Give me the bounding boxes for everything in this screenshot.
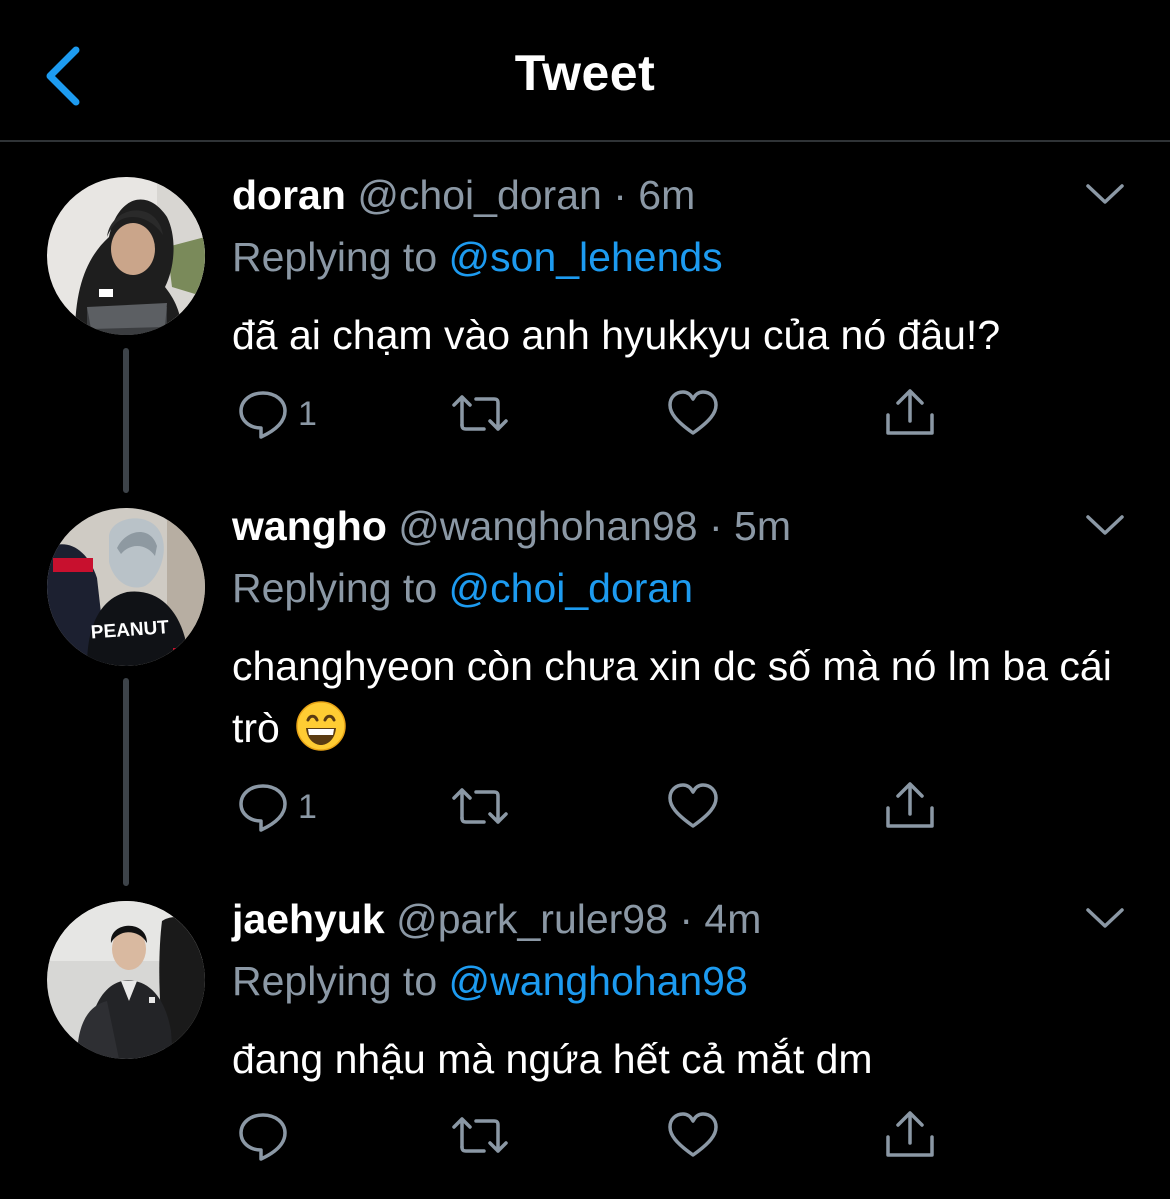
avatar[interactable] bbox=[47, 901, 205, 1059]
replying-to: Replying to @son_lehends bbox=[232, 234, 723, 280]
reply-icon bbox=[239, 391, 287, 439]
tweet[interactable]: PEANUT wangho @wanghohan98 · 5m Replying… bbox=[0, 503, 1170, 883]
replying-label: Replying to bbox=[232, 565, 438, 611]
tweet-text-block: changhyeon còn chưa xin dc số mà nó lm b… bbox=[232, 635, 1132, 759]
tweet-meta: doran @choi_doran · 6m bbox=[232, 172, 695, 218]
user-handle[interactable]: @choi_doran bbox=[357, 172, 602, 218]
avatar[interactable] bbox=[47, 177, 205, 335]
display-name[interactable]: wangho bbox=[232, 503, 387, 549]
retweet-icon bbox=[452, 788, 508, 824]
retweet-icon bbox=[452, 395, 508, 431]
reply-icon bbox=[239, 784, 287, 832]
like-button[interactable] bbox=[666, 1109, 720, 1165]
reply-count: 1 bbox=[298, 395, 317, 433]
top-bar: Tweet bbox=[0, 0, 1170, 142]
replying-to: Replying to @wanghohan98 bbox=[232, 958, 748, 1004]
separator: · bbox=[708, 503, 723, 549]
share-button[interactable] bbox=[882, 1107, 938, 1163]
replying-to: Replying to @choi_doran bbox=[232, 565, 693, 611]
share-button[interactable] bbox=[882, 778, 938, 834]
retweet-button[interactable] bbox=[450, 387, 510, 443]
chevron-down-icon bbox=[1086, 184, 1124, 204]
reply-button[interactable] bbox=[236, 1109, 296, 1165]
retweet-icon bbox=[452, 1117, 508, 1153]
user-handle[interactable]: @park_ruler98 bbox=[396, 896, 668, 942]
separator: · bbox=[679, 896, 693, 942]
mention-link[interactable]: @son_lehends bbox=[449, 234, 723, 280]
tweet-meta: wangho @wanghohan98 · 5m bbox=[232, 503, 791, 549]
avatar[interactable]: PEANUT bbox=[47, 508, 205, 666]
retweet-button[interactable] bbox=[450, 780, 510, 836]
chevron-down-icon bbox=[1086, 515, 1124, 535]
tweet-meta: jaehyuk @park_ruler98 · 4m bbox=[232, 896, 761, 942]
heart-icon bbox=[668, 783, 718, 828]
reply-count: 1 bbox=[298, 788, 317, 826]
more-options-button[interactable] bbox=[1082, 902, 1128, 932]
chevron-down-icon bbox=[1086, 908, 1124, 928]
mention-link[interactable]: @choi_doran bbox=[449, 565, 694, 611]
timestamp: 4m bbox=[704, 896, 762, 942]
user-handle[interactable]: @wanghohan98 bbox=[398, 503, 697, 549]
page-title: Tweet bbox=[514, 45, 656, 101]
grinning-face-emoji bbox=[296, 701, 347, 751]
mention-link[interactable]: @wanghohan98 bbox=[449, 958, 748, 1004]
like-button[interactable] bbox=[666, 780, 720, 836]
reply-icon bbox=[239, 1113, 287, 1161]
share-icon bbox=[886, 1111, 934, 1157]
tweet-text: changhyeon còn chưa xin dc số mà nó lm b… bbox=[232, 643, 1112, 751]
more-options-button[interactable] bbox=[1082, 178, 1128, 208]
tweet-text: đã ai chạm vào anh hyukkyu của nó đâu!? bbox=[232, 312, 1001, 358]
share-icon bbox=[886, 782, 934, 828]
replying-label: Replying to bbox=[232, 958, 438, 1004]
separator: · bbox=[613, 172, 627, 218]
more-options-button[interactable] bbox=[1082, 509, 1128, 539]
share-icon bbox=[886, 389, 934, 435]
retweet-button[interactable] bbox=[450, 1109, 510, 1165]
reply-button[interactable]: 1 bbox=[236, 387, 336, 443]
heart-icon bbox=[668, 390, 718, 435]
display-name[interactable]: doran bbox=[232, 172, 346, 218]
share-button[interactable] bbox=[882, 385, 938, 441]
tweet-text: đang nhậu mà ngứa hết cả mắt dm bbox=[232, 1036, 873, 1082]
reply-button[interactable]: 1 bbox=[236, 780, 336, 836]
like-button[interactable] bbox=[666, 387, 720, 443]
tweet[interactable]: doran @choi_doran · 6m Replying to @son_… bbox=[0, 172, 1170, 472]
replying-label: Replying to bbox=[232, 234, 438, 280]
timestamp: 5m bbox=[734, 503, 791, 549]
timestamp: 6m bbox=[638, 172, 696, 218]
display-name[interactable]: jaehyuk bbox=[232, 896, 385, 942]
heart-icon bbox=[668, 1112, 718, 1157]
tweet[interactable]: jaehyuk @park_ruler98 · 4m Replying to @… bbox=[0, 896, 1170, 1186]
